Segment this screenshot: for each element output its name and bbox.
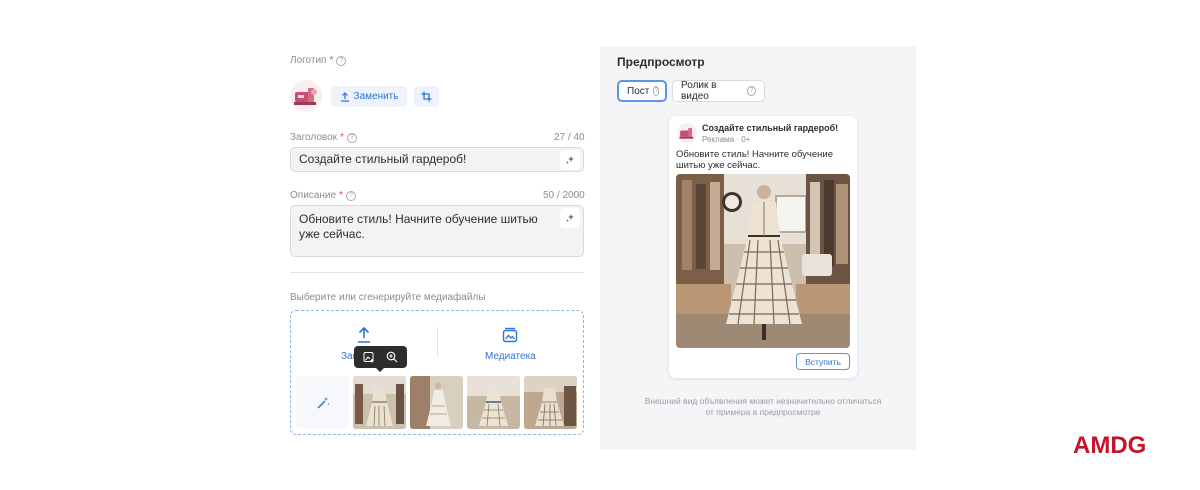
replace-logo-button[interactable]: Заменить [331, 86, 407, 107]
logo-thumbnail [290, 80, 322, 112]
thumbnail-actions-tooltip [354, 346, 407, 372]
ai-generate-description-button[interactable] [560, 208, 580, 228]
generate-image-button[interactable] [296, 376, 349, 429]
replace-image-button[interactable] [361, 349, 377, 365]
ad-preview-card: Создайте стильный гардероб! Реклама · 0+… [669, 116, 857, 378]
sewing-studio-dress-photo [676, 174, 850, 348]
brand-logo: AMDG [1073, 432, 1147, 459]
headline-label-row: Заголовок * ? [290, 132, 357, 143]
upload-icon [357, 327, 370, 343]
headline-label: Заголовок [290, 132, 338, 143]
logo-label-row: Логотип * ? [290, 55, 347, 66]
help-icon[interactable]: ? [746, 86, 756, 96]
page: Логотип * ? Заменить Заголовок * ? 27 / … [0, 0, 1200, 490]
dress-photo-thumbnail [353, 376, 406, 429]
description-textarea[interactable]: Обновите стиль! Начните обучение шитью у… [290, 205, 584, 257]
media-label-text: Выберите или сгенерируйте медиафайлы [290, 292, 486, 303]
description-value: Обновите стиль! Начните обучение шитью у… [299, 212, 538, 241]
description-label-row: Описание * ? [290, 190, 356, 201]
card-meta: Реклама · 0+ [702, 135, 751, 144]
card-logo [677, 123, 697, 143]
card-image [676, 174, 850, 348]
image-edit-icon [363, 352, 374, 363]
help-icon[interactable]: ? [346, 132, 357, 143]
image-library-icon [503, 327, 518, 343]
crop-logo-button[interactable] [414, 86, 439, 107]
media-thumbnail[interactable] [524, 376, 577, 429]
sparkle-icon [566, 156, 574, 164]
tab-post-label: Пост [627, 85, 650, 97]
dropzone-separator [437, 327, 438, 357]
media-thumbnail[interactable] [353, 376, 406, 429]
description-counter: 50 / 2000 [543, 190, 585, 201]
required-mark: * [329, 55, 334, 66]
dress-photo-thumbnail [467, 376, 520, 429]
description-label: Описание [290, 190, 337, 201]
sewing-machine-logo-icon [679, 128, 694, 139]
tab-post[interactable]: Пост ? [617, 80, 667, 102]
dress-photo-thumbnail [524, 376, 577, 429]
crop-icon [421, 91, 432, 102]
headline-value: Создайте стильный гардероб! [299, 152, 467, 166]
help-icon[interactable]: ? [653, 86, 660, 96]
media-library-button[interactable]: Медиатека [485, 327, 536, 362]
dress-photo-thumbnail [410, 376, 463, 429]
zoom-in-icon [386, 351, 398, 363]
media-label: Выберите или сгенерируйте медиафайлы [290, 292, 485, 303]
headline-input[interactable]: Создайте стильный гардероб! [290, 147, 584, 172]
help-icon[interactable]: ? [345, 190, 356, 201]
preview-disclaimer: Внешний вид объявления может незначитель… [644, 396, 882, 417]
upload-icon [340, 91, 349, 102]
ad-form-panel: Логотип * ? Заменить Заголовок * ? 27 / … [282, 46, 600, 450]
preview-panel: Предпросмотр Пост ? Ролик в видео ? Созд… [600, 46, 916, 450]
library-label: Медиатека [485, 351, 536, 362]
required-mark: * [339, 190, 343, 201]
sparkle-icon [566, 214, 574, 222]
required-mark: * [340, 132, 344, 143]
zoom-image-button[interactable] [384, 349, 400, 365]
replace-label: Заменить [353, 91, 399, 102]
section-divider [290, 272, 584, 273]
magic-wand-icon [316, 396, 330, 409]
card-headline: Создайте стильный гардероб! [702, 123, 839, 133]
help-icon[interactable]: ? [336, 55, 347, 66]
sewing-machine-logo-icon [294, 88, 317, 105]
tab-video-label: Ролик в видео [681, 80, 717, 102]
tab-video-clip[interactable]: Ролик в видео ? [672, 80, 765, 102]
preview-title: Предпросмотр [617, 55, 705, 69]
logo-label: Логотип [290, 55, 327, 66]
headline-counter: 27 / 40 [554, 132, 585, 143]
media-thumbnail[interactable] [410, 376, 463, 429]
media-thumbnail[interactable] [467, 376, 520, 429]
media-thumbnail-strip [296, 376, 577, 429]
card-text: Обновите стиль! Начните обучение шитью у… [676, 149, 834, 171]
join-button[interactable]: Вступить [796, 353, 850, 370]
ai-generate-headline-button[interactable] [560, 150, 580, 170]
